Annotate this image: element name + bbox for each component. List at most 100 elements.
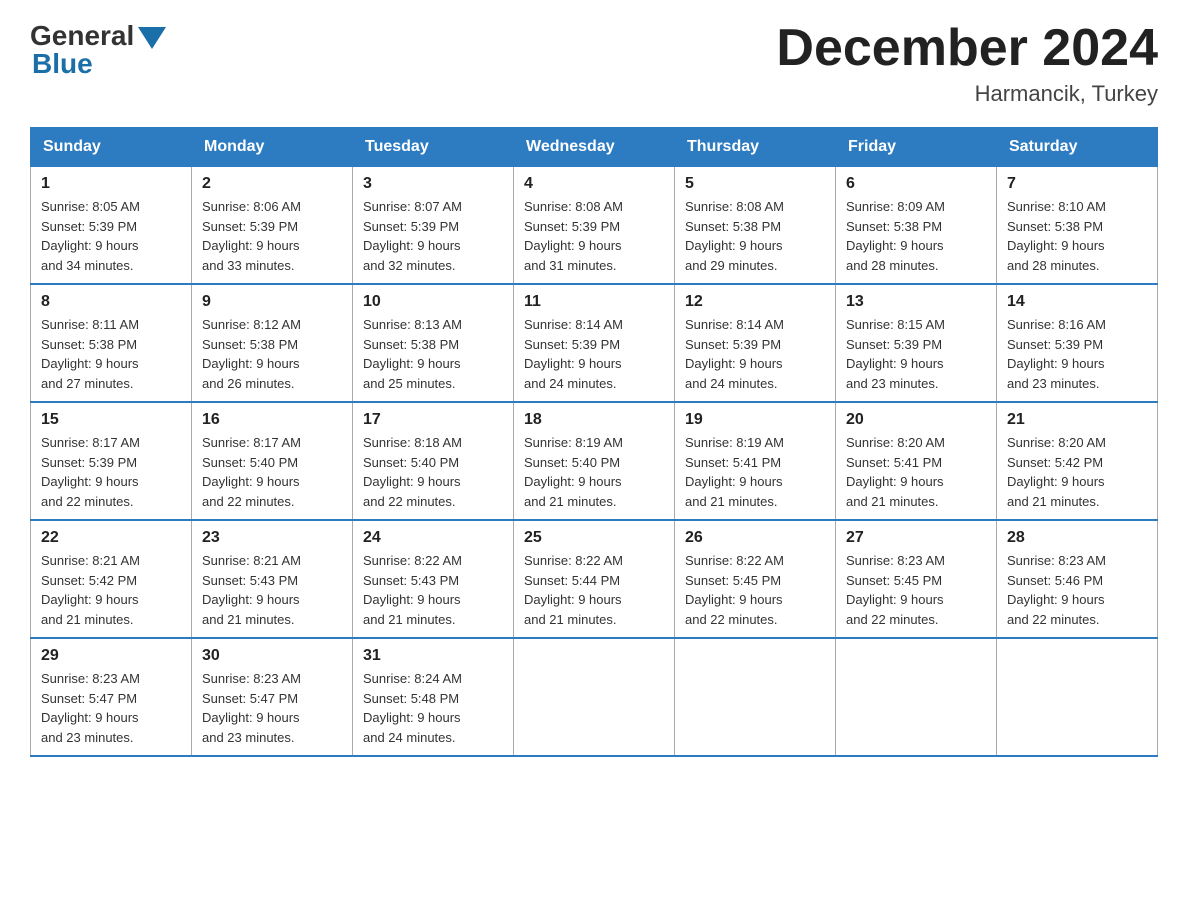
header-thursday: Thursday [675, 128, 836, 167]
day-info-31: Sunrise: 8:24 AMSunset: 5:48 PMDaylight:… [363, 669, 503, 747]
header-sunday: Sunday [31, 128, 192, 167]
day-cell-19: 19 Sunrise: 8:19 AMSunset: 5:41 PMDayligh… [675, 402, 836, 520]
day-cell-21: 21Sunrise: 8:20 AMSunset: 5:42 PMDayligh… [997, 402, 1158, 520]
day-number-28: 28 [1007, 529, 1147, 547]
day-number-26: 26 [685, 529, 825, 547]
day-number-10: 10 [363, 293, 503, 311]
day-cell-6: 6 Sunrise: 8:09 AMSunset: 5:38 PMDaylight… [836, 167, 997, 285]
day-number-20: 20 [846, 411, 986, 429]
day-cell-18: 18 Sunrise: 8:19 AMSunset: 5:40 PMDayligh… [514, 402, 675, 520]
day-cell-24: 24 Sunrise: 8:22 AMSunset: 5:43 PMDayligh… [353, 520, 514, 638]
day-info-1: Sunrise: 8:05 AMSunset: 5:39 PMDaylight:… [41, 197, 181, 275]
day-cell-8: 8 Sunrise: 8:11 AMSunset: 5:38 PMDaylight… [31, 284, 192, 402]
day-info-18: Sunrise: 8:19 AMSunset: 5:40 PMDaylight:… [524, 433, 664, 511]
week-row-3: 15Sunrise: 8:17 AMSunset: 5:39 PMDayligh… [31, 402, 1158, 520]
day-info-24: Sunrise: 8:22 AMSunset: 5:43 PMDaylight:… [363, 551, 503, 629]
day-cell-26: 26 Sunrise: 8:22 AMSunset: 5:45 PMDayligh… [675, 520, 836, 638]
day-number-18: 18 [524, 411, 664, 429]
week-row-1: 1 Sunrise: 8:05 AMSunset: 5:39 PMDaylight… [31, 167, 1158, 285]
title-block: December 2024 Harmancik, Turkey [776, 20, 1158, 107]
day-cell-10: 10 Sunrise: 8:13 AMSunset: 5:38 PMDayligh… [353, 284, 514, 402]
day-number-30: 30 [202, 647, 342, 665]
month-title: December 2024 [776, 20, 1158, 77]
day-number-8: 8 [41, 293, 181, 311]
day-info-15: Sunrise: 8:17 AMSunset: 5:39 PMDaylight:… [41, 433, 181, 511]
day-cell-9: 9Sunrise: 8:12 AMSunset: 5:38 PMDaylight… [192, 284, 353, 402]
day-number-24: 24 [363, 529, 503, 547]
day-cell-20: 20Sunrise: 8:20 AMSunset: 5:41 PMDayligh… [836, 402, 997, 520]
day-cell-25: 25 Sunrise: 8:22 AMSunset: 5:44 PMDayligh… [514, 520, 675, 638]
day-info-8: Sunrise: 8:11 AMSunset: 5:38 PMDaylight:… [41, 315, 181, 393]
day-info-2: Sunrise: 8:06 AMSunset: 5:39 PMDaylight:… [202, 197, 342, 275]
day-info-29: Sunrise: 8:23 AMSunset: 5:47 PMDaylight:… [41, 669, 181, 747]
header-wednesday: Wednesday [514, 128, 675, 167]
day-cell-27: 27 Sunrise: 8:23 AMSunset: 5:45 PMDayligh… [836, 520, 997, 638]
day-info-10: Sunrise: 8:13 AMSunset: 5:38 PMDaylight:… [363, 315, 503, 393]
day-number-22: 22 [41, 529, 181, 547]
day-info-28: Sunrise: 8:23 AMSunset: 5:46 PMDaylight:… [1007, 551, 1147, 629]
day-cell-31: 31Sunrise: 8:24 AMSunset: 5:48 PMDayligh… [353, 638, 514, 756]
day-number-25: 25 [524, 529, 664, 547]
day-number-6: 6 [846, 175, 986, 193]
day-info-25: Sunrise: 8:22 AMSunset: 5:44 PMDaylight:… [524, 551, 664, 629]
day-info-3: Sunrise: 8:07 AMSunset: 5:39 PMDaylight:… [363, 197, 503, 275]
day-info-16: Sunrise: 8:17 AMSunset: 5:40 PMDaylight:… [202, 433, 342, 511]
day-cell-14: 14Sunrise: 8:16 AMSunset: 5:39 PMDayligh… [997, 284, 1158, 402]
day-info-17: Sunrise: 8:18 AMSunset: 5:40 PMDaylight:… [363, 433, 503, 511]
day-cell-12: 12 Sunrise: 8:14 AMSunset: 5:39 PMDayligh… [675, 284, 836, 402]
day-info-13: Sunrise: 8:15 AMSunset: 5:39 PMDaylight:… [846, 315, 986, 393]
day-info-23: Sunrise: 8:21 AMSunset: 5:43 PMDaylight:… [202, 551, 342, 629]
week-row-5: 29Sunrise: 8:23 AMSunset: 5:47 PMDayligh… [31, 638, 1158, 756]
day-number-1: 1 [41, 175, 181, 193]
header-monday: Monday [192, 128, 353, 167]
day-number-9: 9 [202, 293, 342, 311]
header-tuesday: Tuesday [353, 128, 514, 167]
day-number-19: 19 [685, 411, 825, 429]
day-number-7: 7 [1007, 175, 1147, 193]
day-cell-23: 23 Sunrise: 8:21 AMSunset: 5:43 PMDayligh… [192, 520, 353, 638]
day-cell-4: 4Sunrise: 8:08 AMSunset: 5:39 PMDaylight… [514, 167, 675, 285]
day-info-7: Sunrise: 8:10 AMSunset: 5:38 PMDaylight:… [1007, 197, 1147, 275]
day-cell-29: 29Sunrise: 8:23 AMSunset: 5:47 PMDayligh… [31, 638, 192, 756]
day-info-5: Sunrise: 8:08 AMSunset: 5:38 PMDaylight:… [685, 197, 825, 275]
day-cell-22: 22 Sunrise: 8:21 AMSunset: 5:42 PMDayligh… [31, 520, 192, 638]
empty-cell [836, 638, 997, 756]
header-friday: Friday [836, 128, 997, 167]
day-info-26: Sunrise: 8:22 AMSunset: 5:45 PMDaylight:… [685, 551, 825, 629]
day-cell-2: 2 Sunrise: 8:06 AMSunset: 5:39 PMDaylight… [192, 167, 353, 285]
empty-cell [675, 638, 836, 756]
day-cell-1: 1 Sunrise: 8:05 AMSunset: 5:39 PMDaylight… [31, 167, 192, 285]
day-number-2: 2 [202, 175, 342, 193]
day-cell-16: 16 Sunrise: 8:17 AMSunset: 5:40 PMDayligh… [192, 402, 353, 520]
day-cell-13: 13 Sunrise: 8:15 AMSunset: 5:39 PMDayligh… [836, 284, 997, 402]
day-number-12: 12 [685, 293, 825, 311]
day-info-6: Sunrise: 8:09 AMSunset: 5:38 PMDaylight:… [846, 197, 986, 275]
day-info-27: Sunrise: 8:23 AMSunset: 5:45 PMDaylight:… [846, 551, 986, 629]
day-info-21: Sunrise: 8:20 AMSunset: 5:42 PMDaylight:… [1007, 433, 1147, 511]
week-row-4: 22 Sunrise: 8:21 AMSunset: 5:42 PMDayligh… [31, 520, 1158, 638]
day-cell-15: 15Sunrise: 8:17 AMSunset: 5:39 PMDayligh… [31, 402, 192, 520]
day-number-27: 27 [846, 529, 986, 547]
calendar-table: SundayMondayTuesdayWednesdayThursdayFrid… [30, 127, 1158, 757]
day-info-19: Sunrise: 8:19 AMSunset: 5:41 PMDaylight:… [685, 433, 825, 511]
day-info-30: Sunrise: 8:23 AMSunset: 5:47 PMDaylight:… [202, 669, 342, 747]
day-cell-3: 3 Sunrise: 8:07 AMSunset: 5:39 PMDaylight… [353, 167, 514, 285]
logo-triangle-icon [138, 27, 166, 49]
empty-cell [997, 638, 1158, 756]
calendar-header: SundayMondayTuesdayWednesdayThursdayFrid… [31, 128, 1158, 167]
day-number-23: 23 [202, 529, 342, 547]
day-number-16: 16 [202, 411, 342, 429]
day-number-13: 13 [846, 293, 986, 311]
day-info-22: Sunrise: 8:21 AMSunset: 5:42 PMDaylight:… [41, 551, 181, 629]
day-cell-5: 5 Sunrise: 8:08 AMSunset: 5:38 PMDaylight… [675, 167, 836, 285]
day-cell-17: 17Sunrise: 8:18 AMSunset: 5:40 PMDayligh… [353, 402, 514, 520]
day-info-12: Sunrise: 8:14 AMSunset: 5:39 PMDaylight:… [685, 315, 825, 393]
location-label: Harmancik, Turkey [776, 81, 1158, 107]
day-number-5: 5 [685, 175, 825, 193]
day-number-3: 3 [363, 175, 503, 193]
week-row-2: 8 Sunrise: 8:11 AMSunset: 5:38 PMDaylight… [31, 284, 1158, 402]
page-header: General Blue December 2024 Harmancik, Tu… [30, 20, 1158, 107]
day-number-11: 11 [524, 293, 664, 311]
day-cell-11: 11Sunrise: 8:14 AMSunset: 5:39 PMDayligh… [514, 284, 675, 402]
day-cell-30: 30 Sunrise: 8:23 AMSunset: 5:47 PMDayligh… [192, 638, 353, 756]
